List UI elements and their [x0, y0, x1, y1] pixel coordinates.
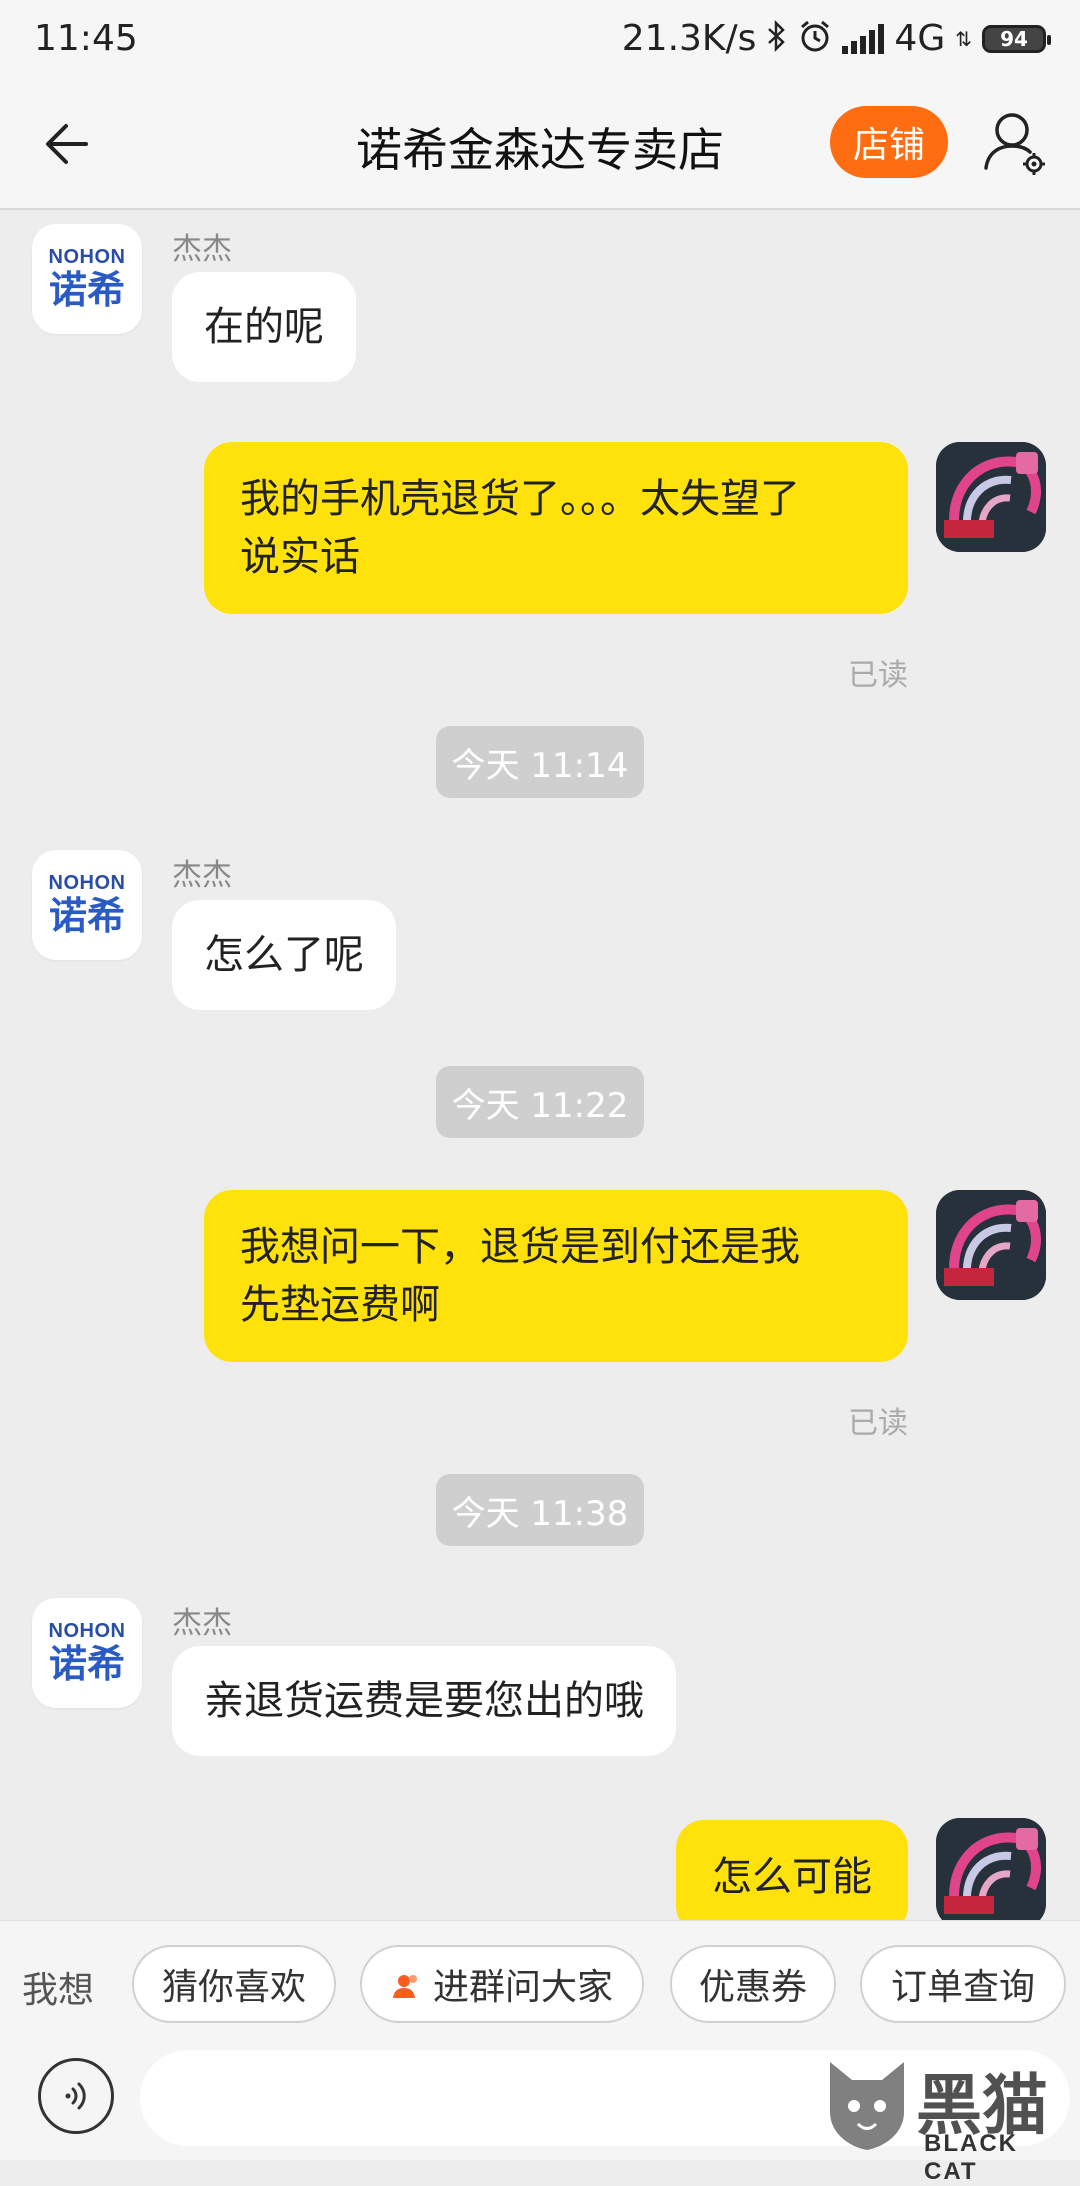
read-status: 已读	[848, 658, 908, 693]
timestamp-chip: 今天 11:22	[436, 1066, 644, 1138]
data-arrows-icon: ⇅	[955, 26, 972, 51]
chip-coupon[interactable]: 优惠券	[670, 1945, 836, 2023]
status-icons: 21.3K/s 4G ⇅ 94	[621, 18, 1051, 59]
timestamp-chip: 今天 11:38	[436, 1474, 644, 1546]
quick-action-bar: 我想 猜你喜欢 进群问大家 优惠券 订单查询	[0, 1920, 1080, 2045]
shop-avatar[interactable]: NOHON 诺希	[32, 1598, 142, 1708]
user-avatar[interactable]	[936, 1818, 1046, 1920]
net-speed: 21.3K/s	[621, 18, 757, 59]
avatar-logo-en: NOHON	[48, 1619, 126, 1642]
avatar-logo-en: NOHON	[48, 871, 126, 894]
chip-recommend[interactable]: 猜你喜欢	[132, 1945, 336, 2023]
message-input[interactable]	[140, 2050, 1070, 2146]
sender-name: 杰杰	[172, 1606, 232, 1641]
timestamp-chip: 今天 11:14	[436, 726, 644, 798]
voice-input-icon[interactable]	[38, 2058, 114, 2134]
message-bubble-right[interactable]: 我想问一下，退货是到付还是我 先垫运费啊	[204, 1190, 908, 1362]
message-bubble-right[interactable]: 怎么可能	[676, 1820, 908, 1920]
avatar-logo-cn: 诺希	[48, 895, 125, 938]
sender-name: 杰杰	[172, 858, 232, 893]
group-icon	[391, 1969, 421, 1999]
battery-level: 94	[1000, 26, 1028, 51]
sender-name: 杰杰	[172, 232, 232, 267]
alarm-icon	[798, 19, 832, 58]
battery-icon: 94	[982, 24, 1051, 53]
user-settings-icon[interactable]	[976, 102, 1056, 182]
shop-button[interactable]: 店铺	[830, 106, 948, 178]
chat-header: 诺希金森达专卖店 店铺	[0, 80, 1080, 210]
avatar-logo-cn: 诺希	[48, 1643, 125, 1686]
chat-messages[interactable]: NOHON 诺希 杰杰 在的呢 我的手机壳退货了。。。太失望了 说实话 已读 今…	[0, 210, 1080, 1920]
input-bar	[0, 2044, 1080, 2160]
status-time: 11:45	[34, 18, 138, 59]
quick-bar-label: 我想	[22, 1970, 95, 2011]
chip-join-group[interactable]: 进群问大家	[360, 1945, 644, 2023]
status-bar: 11:45 21.3K/s 4G ⇅ 94	[0, 0, 1080, 80]
read-status: 已读	[848, 1406, 908, 1441]
message-bubble-left[interactable]: 怎么了呢	[172, 900, 396, 1010]
shop-avatar[interactable]: NOHON 诺希	[32, 850, 142, 960]
shop-avatar[interactable]: NOHON 诺希	[32, 224, 142, 334]
message-bubble-right[interactable]: 我的手机壳退货了。。。太失望了 说实话	[204, 442, 908, 614]
message-bubble-left[interactable]: 亲退货运费是要您出的哦	[172, 1646, 676, 1756]
network-type: 4G	[894, 18, 946, 59]
bluetooth-icon	[766, 19, 788, 57]
avatar-logo-en: NOHON	[48, 245, 126, 268]
user-avatar[interactable]	[936, 442, 1046, 552]
signal-icon	[842, 23, 885, 54]
chip-order-query[interactable]: 订单查询	[860, 1945, 1066, 2023]
avatar-logo-cn: 诺希	[48, 269, 125, 312]
message-bubble-left[interactable]: 在的呢	[172, 272, 356, 382]
user-avatar[interactable]	[936, 1190, 1046, 1300]
chip-join-group-label: 进群问大家	[432, 1967, 613, 2008]
